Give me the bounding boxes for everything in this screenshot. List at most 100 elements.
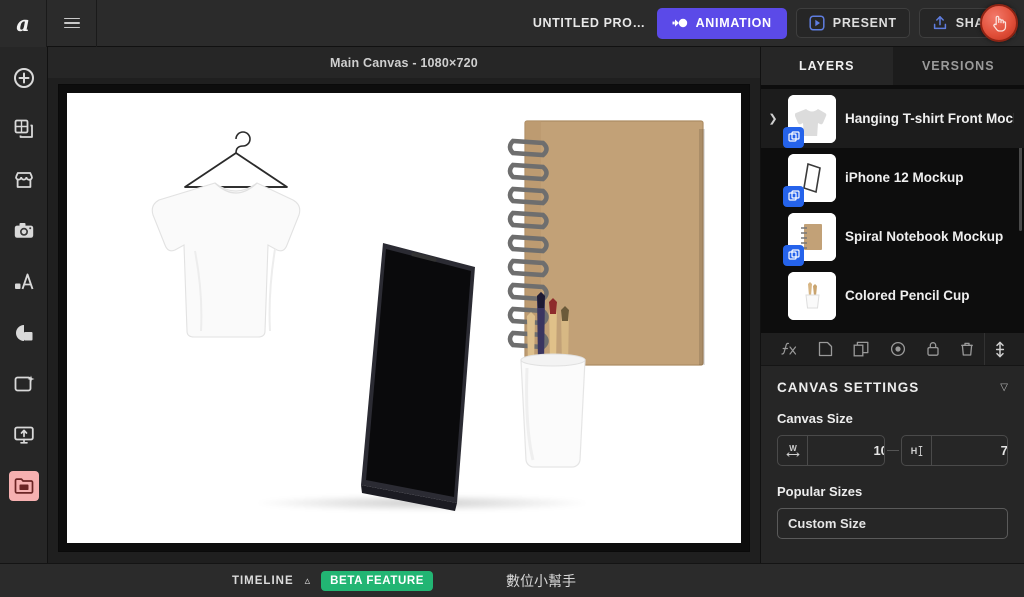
canvas-frame	[59, 84, 749, 551]
artwork-iphone-12[interactable]	[325, 241, 505, 521]
top-bar: a UNTITLED PRO… ANIMATION PRESENT	[0, 0, 1024, 47]
duplicate-icon	[853, 341, 869, 357]
delete-layer-button[interactable]	[950, 333, 984, 365]
rail-item-frames[interactable]	[9, 369, 39, 399]
layer-thumbnail	[788, 271, 836, 320]
left-tool-rail	[0, 47, 48, 563]
rail-item-uploads[interactable]	[9, 420, 39, 450]
fx-icon	[781, 342, 797, 355]
animation-button-label: ANIMATION	[695, 16, 772, 30]
timeline-controls: TIMELINE ▵ BETA FEATURE 數位小幫手	[48, 570, 760, 591]
rail-item-templates[interactable]	[9, 114, 39, 144]
rail-item-text[interactable]	[9, 267, 39, 297]
duplicate-layer-button[interactable]	[843, 333, 879, 365]
app-logo-button[interactable]: a	[0, 0, 47, 47]
chevron-up-icon[interactable]: ▵	[305, 574, 311, 587]
smart-object-icon	[783, 185, 804, 207]
project-title[interactable]: UNTITLED PRO…	[533, 16, 646, 30]
lock-layer-button[interactable]	[916, 333, 950, 365]
rail-item-shapes[interactable]	[9, 318, 39, 348]
smart-object-icon	[783, 126, 804, 148]
layer-row-iphone-12[interactable]: iPhone 12 Mockup	[761, 148, 1024, 207]
right-panel-tabs: LAYERS VERSIONS	[761, 47, 1024, 85]
canvas-viewport[interactable]	[48, 78, 760, 563]
artwork-hanging-tshirt[interactable]	[145, 130, 327, 381]
svg-text:H: H	[911, 446, 918, 456]
canvas-settings-title: CANVAS SETTINGS	[777, 380, 920, 395]
upload-to-screen-icon	[13, 426, 34, 444]
plus-circle-icon	[13, 68, 34, 88]
canvas-settings-section: CANVAS SETTINGS ▽ Canvas Size W 1080px H…	[761, 366, 1024, 563]
layer-name-label: Colored Pencil Cup	[845, 288, 970, 303]
layer-tools-bar	[761, 333, 1024, 366]
width-key-icon: W	[778, 436, 808, 465]
animation-icon	[672, 15, 689, 32]
chevron-right-icon[interactable]: ❯	[767, 112, 779, 125]
play-in-square-icon	[809, 15, 826, 32]
svg-text:W: W	[789, 444, 797, 453]
effects-button[interactable]	[771, 333, 808, 365]
up-down-arrows-icon	[995, 341, 1004, 357]
trash-icon	[961, 342, 973, 356]
rail-item-add-element[interactable]	[9, 63, 39, 93]
tab-layers[interactable]: LAYERS	[761, 47, 893, 85]
smart-object-icon	[783, 244, 804, 266]
timeline-toggle-label[interactable]: TIMELINE	[232, 575, 294, 587]
canvas-size-label: Canvas Size	[777, 411, 853, 426]
upload-arrow-icon	[932, 15, 949, 32]
canvas-sheet[interactable]	[67, 92, 741, 543]
beta-feature-badge[interactable]: BETA FEATURE	[321, 570, 434, 591]
lock-icon	[927, 342, 939, 356]
mask-button[interactable]	[880, 333, 916, 365]
target-circle-icon	[890, 341, 905, 357]
layer-name-label: iPhone 12 Mockup	[845, 170, 964, 185]
present-button[interactable]: PRESENT	[795, 8, 910, 38]
hamburger-menu-icon	[63, 17, 80, 29]
page-icon	[819, 341, 833, 357]
layer-row-colored-pencil-cup[interactable]: Colored Pencil Cup	[761, 266, 1024, 325]
grid-layers-icon	[14, 119, 33, 138]
size-link-dash	[886, 450, 899, 451]
bottom-bar: TIMELINE ▵ BETA FEATURE 數位小幫手	[0, 563, 1024, 597]
layers-list[interactable]: ❯ Hanging T-shirt Front Mocku iPhone 12 …	[761, 85, 1024, 333]
pencil-cup-thumb-icon	[805, 281, 820, 308]
new-layer-button[interactable]	[808, 333, 843, 365]
rail-item-photos[interactable]	[9, 216, 39, 246]
rail-item-store[interactable]	[9, 165, 39, 195]
reorder-layer-button[interactable]	[984, 333, 1014, 365]
tab-versions[interactable]: VERSIONS	[892, 47, 1024, 85]
layer-thumbnail	[783, 212, 836, 266]
layer-thumbnail	[783, 153, 836, 207]
artwork-pencil-cup[interactable]	[507, 288, 599, 478]
hamburger-menu-button[interactable]	[47, 0, 97, 47]
shapes-icon	[15, 325, 32, 341]
layer-thumbnail	[783, 94, 836, 148]
canvas-width-input[interactable]	[808, 443, 884, 458]
canvas-height-input[interactable]	[931, 443, 1008, 458]
body-row: Main Canvas - 1080×720 LAYERS VERSIONS ❯…	[0, 47, 1024, 563]
storefront-icon	[14, 172, 33, 188]
canvas-width-field[interactable]: W	[777, 435, 885, 466]
popular-sizes-select[interactable]: Custom Size	[777, 508, 1008, 539]
top-bar-actions: UNTITLED PRO… ANIMATION PRESENT	[533, 7, 1024, 39]
animation-button[interactable]: ANIMATION	[656, 7, 787, 39]
text-letter-a-icon	[14, 273, 33, 290]
canvas-header-label: Main Canvas - 1080×720	[48, 47, 760, 78]
canvas-area: Main Canvas - 1080×720	[48, 47, 760, 563]
hand-pointer-cursor-icon	[980, 4, 1018, 42]
layer-name-label: Hanging T-shirt Front Mocku	[845, 111, 1014, 126]
app-logo-icon: a	[16, 10, 30, 36]
popular-sizes-label: Popular Sizes	[777, 484, 863, 499]
present-button-label: PRESENT	[832, 16, 897, 30]
app-root: a UNTITLED PRO… ANIMATION PRESENT Main C…	[0, 0, 1024, 597]
chevron-down-icon[interactable]: ▽	[1000, 382, 1008, 393]
canvas-size-row: W H	[777, 435, 1008, 466]
rail-item-my-projects[interactable]	[8, 471, 39, 501]
frame-sparkle-icon	[14, 375, 34, 392]
canvas-height-field[interactable]: H	[900, 435, 1008, 466]
height-key-icon: H	[902, 436, 932, 465]
layer-row-spiral-notebook[interactable]: Spiral Notebook Mockup	[761, 207, 1024, 266]
canvas-settings-header[interactable]: CANVAS SETTINGS ▽	[777, 380, 1008, 395]
layer-row-hanging-tshirt[interactable]: ❯ Hanging T-shirt Front Mocku	[761, 89, 1024, 148]
layer-name-label: Spiral Notebook Mockup	[845, 229, 1004, 244]
